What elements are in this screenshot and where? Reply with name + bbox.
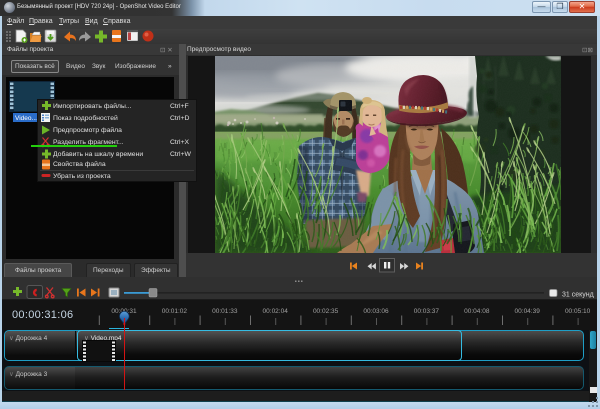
svg-text:00:05:10: 00:05:10: [565, 308, 591, 315]
svg-text:00:04:08: 00:04:08: [464, 308, 490, 315]
svg-text:00:04:39: 00:04:39: [515, 308, 541, 315]
svg-text:00:02:35: 00:02:35: [313, 308, 339, 315]
svg-text:00:01:33: 00:01:33: [212, 308, 238, 315]
svg-text:Video...: Video...: [15, 115, 37, 122]
svg-text:00:01:02: 00:01:02: [162, 308, 188, 315]
svg-text:31 секунд: 31 секунд: [562, 292, 594, 299]
svg-text:00:03:37: 00:03:37: [414, 308, 440, 315]
svg-text:00:02:04: 00:02:04: [263, 308, 289, 315]
svg-text:00:03:06: 00:03:06: [363, 308, 389, 315]
